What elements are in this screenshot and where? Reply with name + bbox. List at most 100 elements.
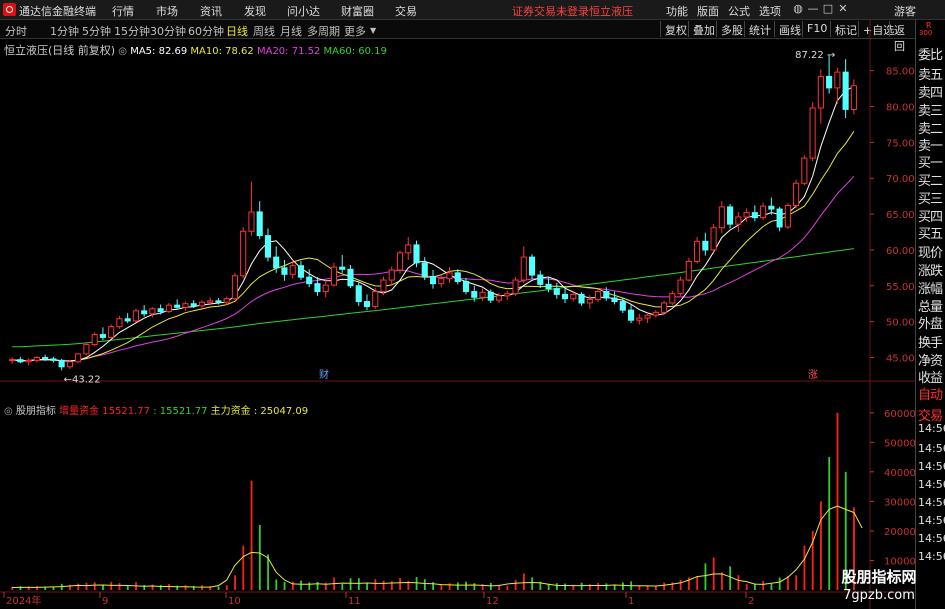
menu-quotes[interactable]: 行情: [112, 3, 134, 19]
side-panel-item[interactable]: 14:56: [918, 550, 945, 563]
side-panel-item[interactable]: 换手: [918, 332, 943, 351]
candle-body: [545, 283, 552, 290]
indicator-bar: [234, 575, 236, 590]
side-panel-item[interactable]: 自动: [918, 384, 943, 403]
candle-body: [132, 310, 139, 322]
indicator-bar: [341, 583, 344, 590]
menu-formula[interactable]: 公式: [728, 3, 750, 19]
indicator-bar: [489, 582, 492, 590]
guest-label[interactable]: 游客: [894, 3, 916, 19]
candle-body: [471, 291, 478, 298]
menu-wealth[interactable]: 财富圈: [341, 3, 374, 19]
candle-body: [182, 303, 189, 308]
candle-body: [702, 240, 709, 251]
side-panel-item[interactable]: 14:56: [918, 514, 945, 527]
candle-body: [124, 318, 131, 322]
candle-body: [710, 227, 717, 251]
indicator-bar: [151, 584, 154, 590]
candle-body: [190, 303, 197, 307]
side-panel-item[interactable]: 买一: [918, 152, 943, 171]
side-panel-item[interactable]: 14:56: [918, 532, 945, 545]
indicator-bar: [275, 579, 278, 590]
candle-body: [281, 267, 288, 275]
indicator-bar: [357, 578, 360, 590]
side-panel-item[interactable]: 卖五: [918, 64, 943, 83]
menu-function[interactable]: 功能: [666, 3, 688, 19]
candle-body: [330, 266, 338, 286]
candle-body: [347, 268, 354, 287]
indicator-bar: [679, 579, 682, 590]
candle-body: [834, 71, 841, 89]
indicator-bar: [564, 583, 567, 590]
app-logo-icon: [3, 3, 16, 16]
candle-body: [256, 211, 263, 237]
indicator-bar: [374, 579, 377, 590]
side-panel-item[interactable]: 涨幅: [918, 278, 943, 297]
candle-body: [718, 206, 725, 229]
menu-options[interactable]: 选项: [759, 3, 781, 19]
candle-body: [413, 244, 420, 264]
indicator-bar: [201, 585, 203, 590]
indicator-bar: [597, 582, 600, 590]
candle-body: [240, 230, 247, 277]
side-panel-item[interactable]: 买五: [918, 223, 943, 242]
login-status[interactable]: 证券交易未登录: [512, 3, 589, 19]
x-tick-label: 11: [348, 596, 361, 607]
side-panel-item[interactable]: 14:56: [918, 422, 945, 435]
candle-body: [149, 308, 156, 315]
vol-y-tick-label: 40000: [884, 468, 915, 479]
y-tick-label: 50.00: [886, 318, 915, 329]
candle-body: [611, 297, 618, 303]
indicator-bar: [795, 575, 798, 590]
indicator-bar: [514, 580, 517, 590]
candle-body: [462, 280, 470, 293]
candle-body: [594, 291, 602, 300]
indicator-bar: [737, 575, 740, 590]
candle-body: [355, 285, 362, 303]
candle-body: [273, 256, 280, 269]
indicator-bar: [93, 582, 96, 590]
side-panel-item[interactable]: 14:56: [918, 442, 945, 455]
indicator-bar: [291, 581, 294, 590]
menu-trade[interactable]: 交易: [395, 3, 417, 19]
candle-body: [504, 293, 511, 297]
candle-body: [528, 256, 536, 276]
watermark-url: 7gpzb.com: [843, 588, 915, 603]
side-panel-item[interactable]: 买三: [918, 188, 943, 207]
maximize-icon[interactable]: □: [821, 2, 835, 16]
side-panel-item[interactable]: 外盘: [918, 313, 943, 332]
menu-ask[interactable]: 问小达: [287, 3, 320, 19]
candle-body: [380, 279, 387, 293]
side-panel-item[interactable]: 14:56: [918, 478, 945, 491]
user-icon[interactable]: ◍: [791, 2, 805, 16]
side-panel-item[interactable]: 买二: [918, 170, 943, 189]
minimize-icon[interactable]: —: [806, 2, 820, 16]
side-panel-item[interactable]: 现价: [918, 242, 943, 261]
candle-body: [801, 157, 808, 184]
candle-body: [306, 276, 313, 285]
candle-body: [231, 275, 239, 300]
candle-body: [793, 182, 800, 206]
candle-body: [768, 205, 775, 210]
side-panel-item[interactable]: 14:56: [918, 460, 945, 473]
candle-body: [58, 359, 65, 368]
menu-discover[interactable]: 发现: [244, 3, 266, 19]
side-panel-item[interactable]: 卖四: [918, 82, 943, 101]
indicator-bar: [787, 576, 789, 590]
candle-body: [751, 212, 758, 219]
stock-chart[interactable]: 45.00 50.00 55.00 60.00 65.00 70.00 75.00 80.00…: [0, 20, 915, 609]
candle-body: [198, 301, 205, 307]
side-panel-item[interactable]: 涨跌: [918, 260, 943, 279]
candle-body: [264, 235, 272, 258]
indicator-bar: [671, 582, 674, 590]
close-icon[interactable]: ✕: [836, 2, 850, 16]
indicator-bar: [184, 585, 187, 590]
menu-layout[interactable]: 版面: [697, 3, 719, 19]
menu-market[interactable]: 市场: [156, 3, 178, 19]
candle-body: [561, 293, 569, 300]
side-panel-item[interactable]: 14:56: [918, 496, 945, 509]
side-panel-item[interactable]: 委比: [918, 44, 943, 63]
indicator-bar: [721, 572, 723, 590]
side-panel-item[interactable]: 卖三: [918, 100, 943, 119]
menu-news[interactable]: 资讯: [200, 3, 222, 19]
